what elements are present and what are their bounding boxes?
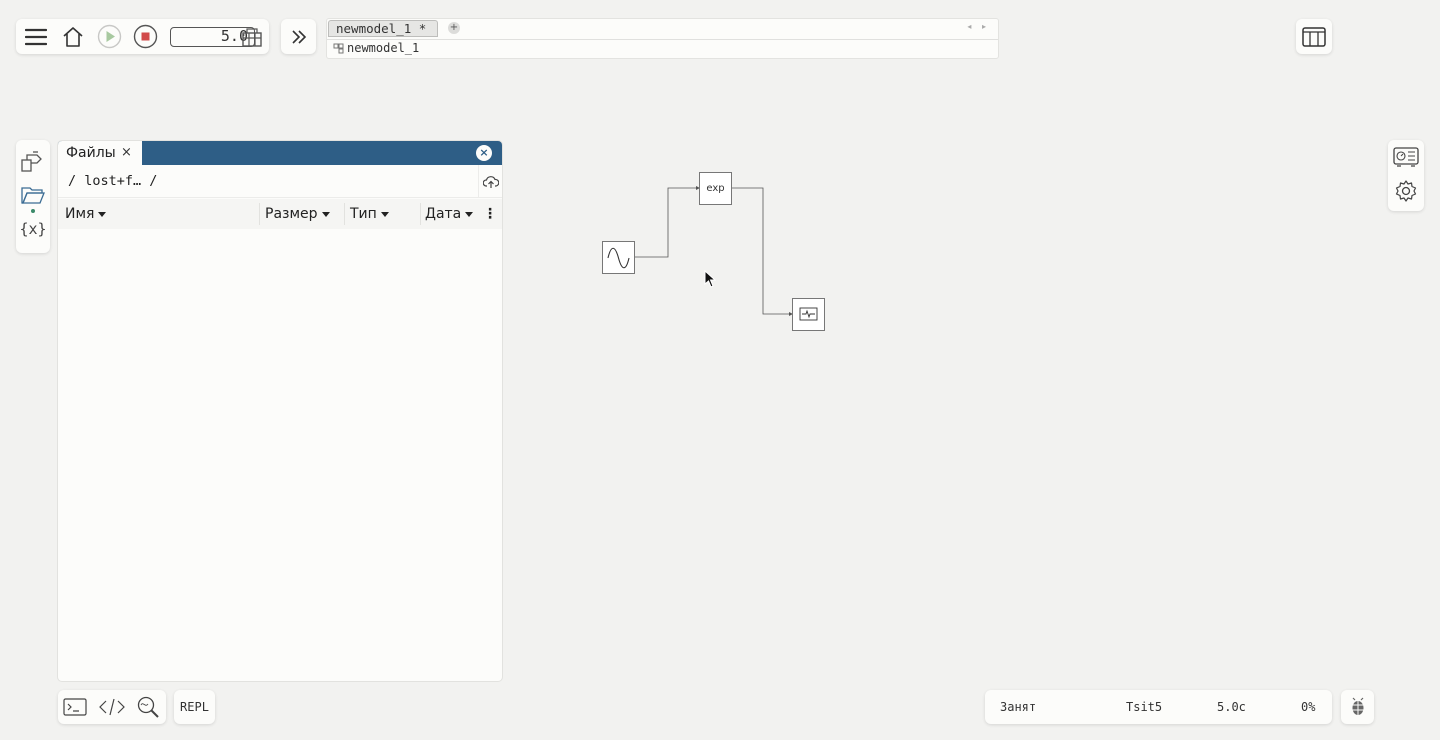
wire-exp-to-scope: [732, 187, 789, 315]
dashboard-icon[interactable]: [1393, 146, 1419, 168]
repl-button[interactable]: REPL: [174, 690, 215, 724]
status-progress: 0%: [1301, 700, 1316, 714]
sine-wave-block[interactable]: [602, 241, 635, 274]
code-icon[interactable]: [98, 695, 126, 719]
scope-block[interactable]: [792, 298, 825, 331]
exp-block[interactable]: exp: [699, 172, 732, 205]
sine-wave-icon: [607, 247, 630, 269]
debug-button[interactable]: [1341, 690, 1374, 724]
settings-icon[interactable]: [1393, 178, 1419, 204]
exp-block-label: exp: [706, 183, 725, 194]
search-zoom-icon[interactable]: [135, 694, 161, 720]
bottom-tools: [58, 690, 166, 724]
terminal-icon[interactable]: [62, 695, 88, 719]
diagram-wires: [634, 186, 793, 316]
status-time: 5.0с: [1217, 700, 1246, 714]
wire-sine-to-exp: [634, 187, 696, 258]
status-state: Занят: [1000, 700, 1037, 714]
bug-icon: [1349, 697, 1366, 715]
status-bar: Занят Tsit5 5.0с 0%: [985, 690, 1332, 724]
scope-icon: [799, 307, 818, 321]
status-solver: Tsit5: [1126, 700, 1163, 714]
mouse-cursor-icon: [704, 270, 716, 288]
right-sidebar: [1388, 140, 1424, 211]
